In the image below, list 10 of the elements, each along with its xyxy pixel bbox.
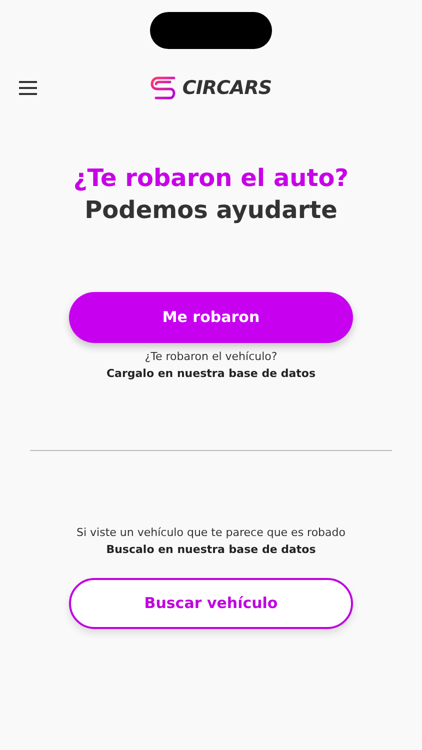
report-button[interactable]: Me robaron — [69, 292, 353, 343]
subheadline: Podemos ayudarte — [84, 195, 338, 226]
report-hint: Cargalo en nuestra base de datos — [106, 366, 316, 382]
search-button[interactable]: Buscar vehículo — [69, 578, 353, 629]
search-question: Si viste un vehículo que te parece que es robado — [76, 525, 346, 541]
headline: ¿Te robaron el auto? — [73, 163, 349, 194]
report-question: ¿Te robaron el vehículo? — [144, 349, 278, 365]
logo-text: CIRCARS — [182, 76, 272, 101]
menu-icon[interactable] — [19, 81, 37, 95]
search-hint: Buscalo en nuestra base de datos — [106, 542, 316, 558]
